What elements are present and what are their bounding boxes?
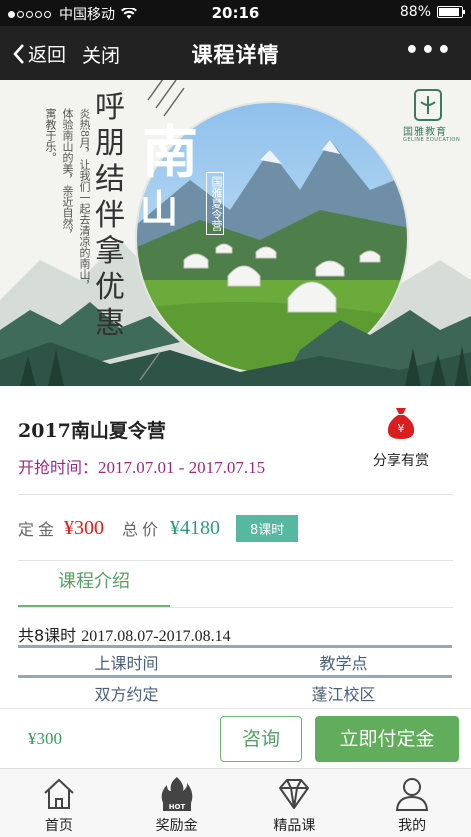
back-button[interactable]: 返回 xyxy=(12,40,66,67)
purchase-bar: ¥300 咨询 立即付定金 xyxy=(0,708,471,768)
consult-button[interactable]: 咨询 xyxy=(220,716,302,762)
divider xyxy=(18,607,453,608)
table-row: 双方约定 蓬江校区 xyxy=(18,678,452,708)
purchase-amount: ¥300 xyxy=(28,729,62,748)
poem-line: 炎热8月，让我们一起去清凉的南山， xyxy=(78,108,91,291)
total-label: 总价 xyxy=(122,520,163,539)
page-title: 课程详情 xyxy=(191,43,280,67)
schedule-table: 上课时间 教学点 双方约定 蓬江校区 xyxy=(18,645,452,708)
slogan-char: 拿 xyxy=(95,234,125,269)
nav-label-home: 首页 xyxy=(44,818,73,834)
tab-course-intro[interactable]: 课程介绍 xyxy=(18,562,170,608)
nav-label-rewards: 奖励金 xyxy=(155,818,198,834)
money-bag-icon: ¥ xyxy=(387,408,415,439)
more-button[interactable]: ••• xyxy=(405,38,453,63)
status-right: 88% xyxy=(399,4,465,20)
deposit-label: 定金 xyxy=(18,520,59,539)
sessions-dates: 2017.08.07-2017.08.14 xyxy=(81,628,231,645)
sessions-count: 共8课时 xyxy=(18,626,77,645)
divider xyxy=(18,560,453,561)
bottom-nav: 首页 HOT 奖励金 精品课 我的 xyxy=(0,768,471,837)
slogan-char: 结 xyxy=(95,162,125,197)
back-label: 返回 xyxy=(28,44,67,66)
banner-stamp: 国雅夏令营 xyxy=(206,172,224,235)
slogan-char: 朋 xyxy=(95,126,125,161)
battery-percent: 88% xyxy=(399,4,431,20)
logo-subtext: GELINE EDUCATION xyxy=(403,137,461,143)
share-label: 分享有赏 xyxy=(373,453,429,469)
money-bag-symbol: ¥ xyxy=(398,422,405,435)
nav-item-rewards[interactable]: HOT 奖励金 xyxy=(118,769,236,837)
nav-label-premium-courses: 精品课 xyxy=(273,818,316,834)
close-button[interactable]: 关闭 xyxy=(82,41,120,68)
nav-item-premium-courses[interactable]: 精品课 xyxy=(236,769,354,837)
share-reward-button[interactable]: ¥ 分享有赏 xyxy=(369,406,433,470)
status-bar: 中国移动 20:16 88% xyxy=(0,0,471,26)
slogan-char: 优 xyxy=(95,270,125,305)
rush-time: 开抢时间：2017.07.01 - 2017.07.15 xyxy=(18,454,265,478)
hot-badge: HOT xyxy=(168,803,185,811)
slogan-char: 惠 xyxy=(95,306,125,341)
price-row: 定金 ¥300 总价 ¥4180 8课时 xyxy=(18,510,299,546)
nav-item-home[interactable]: 首页 xyxy=(0,769,118,837)
user-icon xyxy=(396,778,429,811)
cell-class-time: 双方约定 xyxy=(94,685,159,704)
banner-poem: 炎热8月，让我们一起去清凉的南山， 体验南山的美，亲近自然， 寓教于乐。 xyxy=(44,108,91,328)
slogan-char: 伴 xyxy=(95,198,125,233)
banner-title-char-1: 南 xyxy=(142,120,198,186)
poem-line: 体验南山的美，亲近自然， xyxy=(61,108,74,240)
deposit-value: ¥300 xyxy=(64,516,105,539)
hot-flame-icon: HOT xyxy=(161,777,192,811)
logo-text: 国雅教育 xyxy=(403,127,447,138)
course-title: 2017南山夏令营 xyxy=(18,420,166,442)
chevron-left-icon xyxy=(13,43,24,64)
battery-icon xyxy=(437,6,465,18)
diamond-icon xyxy=(279,779,310,809)
total-value: ¥4180 xyxy=(170,516,221,539)
table-header-row: 上课时间 教学点 xyxy=(18,645,452,678)
banner-slogan: 呼 朋 结 伴 拿 优 惠 xyxy=(95,90,131,342)
poem-line: 寓教于乐。 xyxy=(44,108,57,163)
lessons-tag: 8课时 xyxy=(236,514,299,542)
course-header: 2017南山夏令营 开抢时间：2017.07.01 - 2017.07.15 ¥… xyxy=(0,386,471,494)
header-location: 教学点 xyxy=(319,653,368,673)
nav-label-mine: 我的 xyxy=(398,818,427,834)
slogan-char: 呼 xyxy=(95,90,125,125)
divider xyxy=(18,494,453,495)
rush-value: 2017.07.01 - 2017.07.15 xyxy=(98,458,266,477)
nav-bar: 返回 关闭 课程详情 ••• xyxy=(0,26,471,80)
header-class-time: 上课时间 xyxy=(94,653,159,673)
sessions-summary: 共8课时 2017.08.07-2017.08.14 xyxy=(18,622,231,646)
course-banner: 国雅教育 GELINE EDUCATION 南 山 呼 朋 结 伴 拿 优 惠 … xyxy=(0,80,471,386)
pay-deposit-button[interactable]: 立即付定金 xyxy=(315,716,459,762)
banner-title-char-2: 山 xyxy=(140,186,179,231)
detail-tabs: 课程介绍 xyxy=(0,562,471,608)
cell-location: 蓬江校区 xyxy=(311,685,376,704)
home-icon xyxy=(44,778,74,809)
nav-item-mine[interactable]: 我的 xyxy=(353,769,471,837)
rush-label: 开抢时间： xyxy=(18,458,99,477)
